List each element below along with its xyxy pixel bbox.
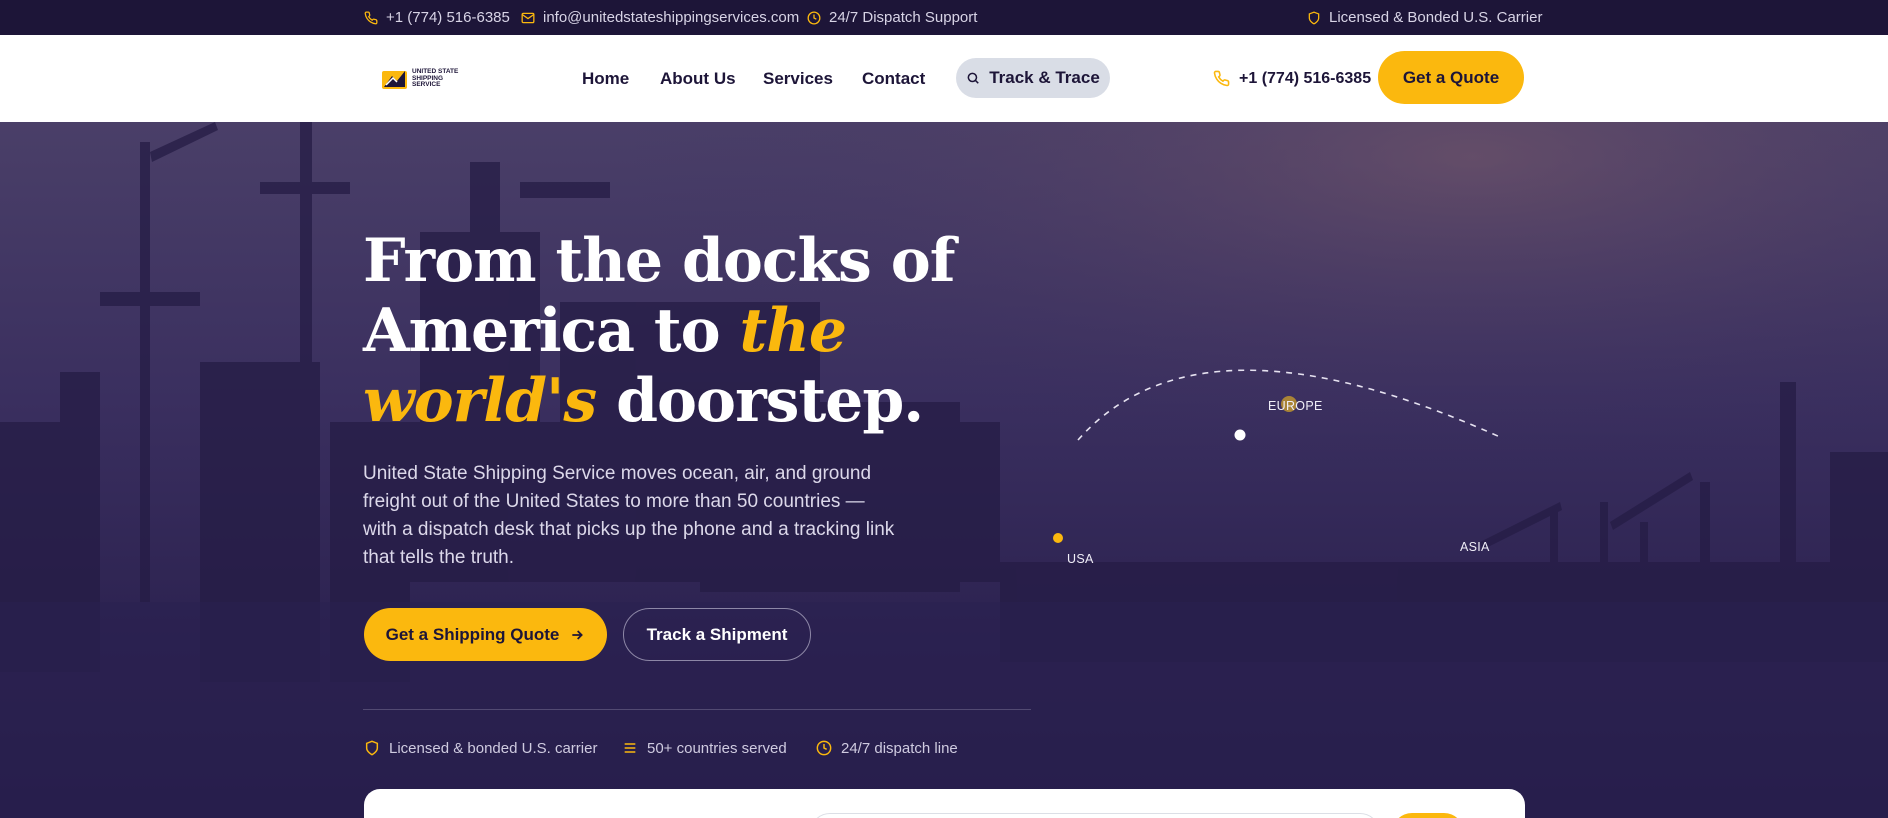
phone-icon — [364, 11, 378, 24]
topbar-phone[interactable]: +1 (774) 516-6385 — [364, 0, 510, 35]
topbar-support-text: 24/7 Dispatch Support — [829, 9, 978, 26]
nav-phone-text: +1 (774) 516-6385 — [1239, 69, 1372, 87]
topbar-support: 24/7 Dispatch Support — [807, 0, 977, 35]
nav-contact[interactable]: Contact — [862, 35, 925, 122]
trust-licensed-text: Licensed & bonded U.S. carrier — [389, 739, 598, 757]
nav-phone-link[interactable]: +1 (774) 516-6385 — [1213, 35, 1371, 122]
track-trace-button[interactable]: Track & Trace — [956, 58, 1110, 98]
site-logo[interactable]: United State Shipping Service — [382, 67, 472, 91]
hero-title-part1: From the docks of America to — [363, 226, 956, 366]
hero-divider — [363, 709, 1031, 710]
map-label-asia: ASIA — [1460, 540, 1490, 554]
phone-icon — [1213, 70, 1230, 87]
trust-item-licensed: Licensed & bonded U.S. carrier — [364, 736, 597, 760]
track-trace-label: Track & Trace — [989, 68, 1100, 87]
hero-subtitle: United State Shipping Service moves ocea… — [363, 463, 895, 568]
nav-home[interactable]: Home — [582, 35, 629, 122]
get-a-quote-button[interactable]: Get a Quote — [1378, 51, 1524, 104]
nav-about-us[interactable]: About Us — [660, 35, 736, 122]
hero-title-part2: doorstep. — [596, 366, 924, 436]
hero-title: From the docks of America to the world's… — [363, 226, 1083, 436]
shield-icon — [365, 740, 379, 756]
map-label-europe: EUROPE — [1268, 399, 1323, 413]
quick-track-card — [364, 789, 1525, 818]
main-navigation: United State Shipping Service Home About… — [0, 35, 1888, 122]
nav-services[interactable]: Services — [763, 35, 833, 122]
quick-track-input[interactable] — [810, 813, 1380, 818]
trust-item-countries: 50+ countries served — [622, 736, 787, 760]
top-utility-bar: +1 (774) 516-6385 info@unitedstateshippi… — [0, 0, 1888, 35]
mail-icon — [521, 12, 535, 23]
clock-icon — [807, 11, 821, 24]
arrow-right-icon — [572, 629, 584, 640]
topbar-license: Licensed & Bonded U.S. Carrier — [1307, 0, 1542, 35]
trust-dispatch-text: 24/7 dispatch line — [841, 739, 958, 757]
get-shipping-quote-label: Get a Shipping Quote — [385, 624, 560, 644]
topbar-email-text: info@unitedstateshippingservices.com — [543, 9, 800, 26]
list-icon — [624, 743, 636, 753]
trust-item-dispatch: 24/7 dispatch line — [816, 736, 958, 760]
topbar-email[interactable]: info@unitedstateshippingservices.com — [521, 0, 799, 35]
map-label-usa: USA — [1067, 552, 1094, 566]
get-shipping-quote-button[interactable]: Get a Shipping Quote — [364, 608, 607, 661]
hero-section: From the docks of America to the world's… — [0, 122, 1888, 818]
logo-mark-icon — [382, 71, 407, 89]
quick-track-button[interactable] — [1392, 813, 1464, 818]
trust-countries-text: 50+ countries served — [647, 739, 787, 757]
track-shipment-button[interactable]: Track a Shipment — [623, 608, 811, 661]
clock-icon — [816, 740, 832, 756]
search-icon — [967, 72, 979, 84]
topbar-license-text: Licensed & Bonded U.S. Carrier — [1329, 9, 1543, 26]
shield-icon — [1308, 10, 1320, 25]
logo-text: United State Shipping Service — [412, 68, 459, 89]
topbar-phone-text: +1 (774) 516-6385 — [386, 9, 510, 26]
